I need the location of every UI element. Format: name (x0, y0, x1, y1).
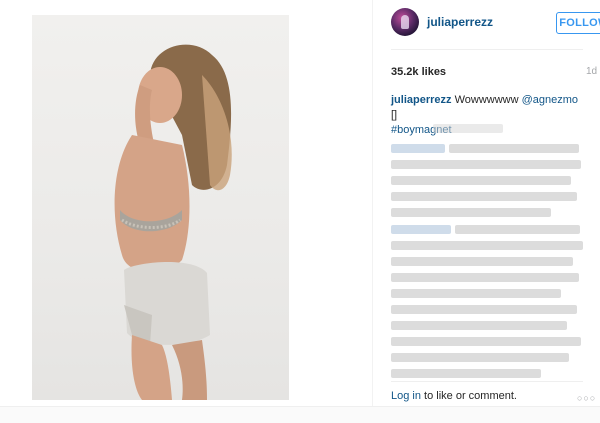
header-username[interactable]: juliaperrezz (427, 15, 493, 29)
more-options-icon[interactable]: ○○○ (577, 393, 596, 403)
caption-username[interactable]: juliaperrezz (391, 94, 452, 106)
post-age[interactable]: 1d (586, 66, 597, 77)
avatar[interactable] (391, 8, 419, 36)
caption-mention[interactable]: @agnezmo (522, 94, 578, 106)
login-link[interactable]: Log in (391, 390, 421, 402)
post-photo[interactable] (32, 15, 289, 400)
comment-bar: Log in to like or comment. (391, 390, 517, 402)
post-frame: juliaperrezz FOLLOW 35.2k likes 1d julia… (0, 0, 600, 406)
post-photo-illustration (114, 44, 232, 400)
page-bottom-strip (0, 406, 600, 423)
blurred-comments (391, 124, 587, 378)
photo-area (0, 0, 372, 406)
header-divider (391, 49, 583, 50)
footer-divider (391, 381, 583, 382)
like-count[interactable]: 35.2k likes (391, 66, 446, 78)
caption-text: Wowwwwww (451, 94, 522, 106)
post-sidebar: juliaperrezz FOLLOW 35.2k likes 1d julia… (372, 0, 600, 406)
login-prompt-text: to like or comment. (420, 390, 517, 402)
follow-button[interactable]: FOLLOW (556, 12, 600, 34)
post-header: juliaperrezz FOLLOW (391, 8, 600, 38)
caption-emoji: [] (391, 109, 398, 121)
